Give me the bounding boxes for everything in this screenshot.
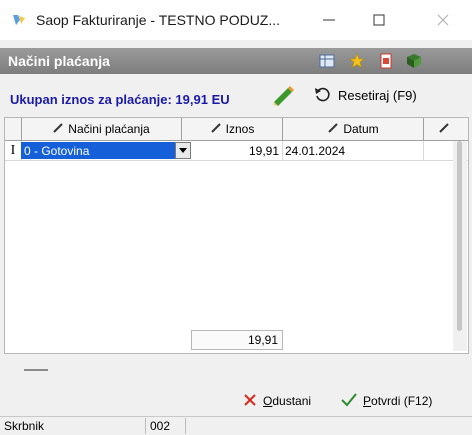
status-bar: Skrbnik 002 — [0, 416, 472, 435]
cancel-button[interactable]: Odustani — [243, 390, 311, 412]
undo-icon — [314, 85, 332, 106]
payment-methods-grid: Načini plaćanja Iznos Datum I 0 - Gotovi… — [4, 117, 469, 354]
payment-method-select[interactable]: 0 - Gotovina — [21, 142, 191, 159]
checkmark-icon — [341, 392, 357, 410]
star-icon[interactable] — [348, 52, 366, 70]
reset-button[interactable]: Resetiraj (F9) — [314, 84, 417, 106]
row-indicator: I — [5, 141, 22, 160]
book-icon[interactable] — [405, 52, 423, 70]
confirm-button[interactable]: Potvrdi (F12) — [341, 390, 432, 412]
maximize-button[interactable] — [356, 0, 402, 40]
title-bar: Saop Fakturiranje - TESTNO PODUZ... — [0, 0, 472, 40]
column-header-payment-method[interactable]: Načini plaćanja — [21, 118, 182, 140]
column-header-date[interactable]: Datum — [283, 118, 424, 140]
amount-sum: 19,91 — [191, 330, 283, 350]
section-header: Načini plaćanja — [0, 48, 472, 74]
column-header-extra[interactable] — [424, 118, 467, 140]
pencil-icon — [272, 84, 296, 106]
status-user: Skrbnik — [0, 418, 146, 434]
column-header-amount[interactable]: Iznos — [182, 118, 283, 140]
total-amount-label: Ukupan iznos za plaćanje: 19,91 EU — [10, 92, 230, 107]
document-icon[interactable] — [377, 52, 395, 70]
close-icon — [243, 393, 257, 410]
pencil-icon — [52, 122, 64, 137]
horizontal-scrollbar[interactable] — [24, 369, 48, 371]
payment-method-value: 0 - Gotovina — [24, 143, 90, 158]
reset-label: Resetiraj (F9) — [338, 87, 417, 103]
pencil-icon — [210, 122, 222, 137]
grid-header: Načini plaćanja Iznos Datum — [5, 118, 468, 141]
vertical-scrollbar[interactable] — [453, 141, 467, 351]
confirm-label: Potvrdi (F12) — [363, 394, 433, 408]
minimize-button[interactable] — [306, 0, 352, 40]
table-row[interactable]: I 0 - Gotovina 19,91 24.01.2024 — [5, 141, 468, 161]
cancel-label: Odustani — [263, 394, 312, 408]
status-message — [186, 418, 472, 434]
scrollbar-thumb[interactable] — [457, 141, 462, 331]
window-title: Saop Fakturiranje - TESTNO PODUZ... — [36, 12, 281, 28]
pencil-icon — [327, 122, 339, 137]
extra-cell[interactable] — [424, 141, 454, 160]
pencil-icon — [438, 122, 450, 137]
date-cell[interactable]: 24.01.2024 — [283, 141, 424, 160]
status-code: 002 — [146, 418, 186, 434]
section-title: Načini plaćanja — [8, 53, 110, 69]
row-indicator-header — [5, 118, 22, 140]
close-button[interactable] — [420, 0, 466, 40]
grid-settings-icon[interactable] — [318, 52, 336, 70]
app-icon — [10, 11, 28, 29]
amount-cell[interactable]: 19,91 — [182, 141, 283, 160]
